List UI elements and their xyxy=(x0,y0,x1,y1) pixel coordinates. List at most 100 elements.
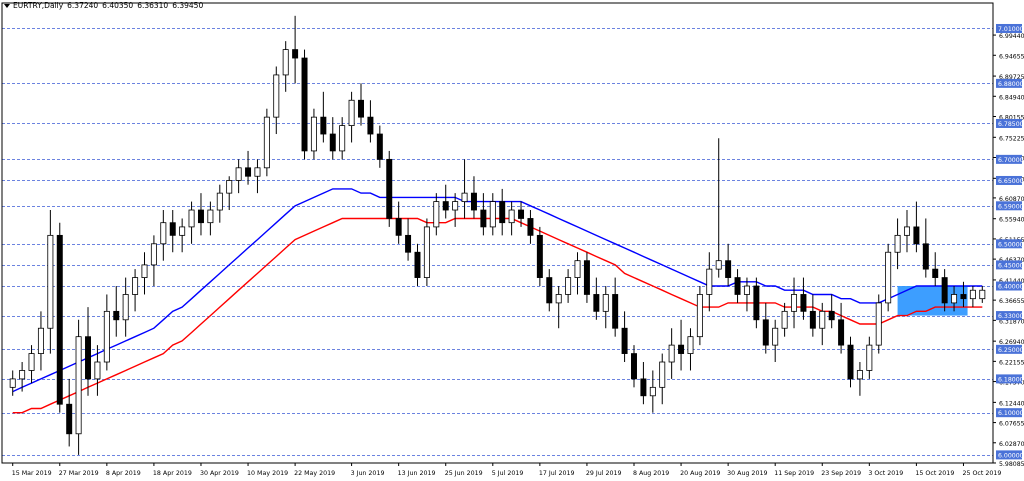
candle-bear xyxy=(395,218,402,236)
candle-bear xyxy=(734,277,741,295)
x-tick-label: 20 Aug 2019 xyxy=(680,470,720,477)
candle-bull xyxy=(659,361,666,388)
candle-bull xyxy=(856,370,863,380)
y-tick-label: 6.02870 xyxy=(999,441,1024,448)
candle-bull xyxy=(875,302,882,346)
candle-bear xyxy=(621,327,628,354)
level-price-label: 6.40000 xyxy=(998,284,1024,291)
candle-bear xyxy=(376,133,383,160)
candle-bear xyxy=(536,234,543,278)
candle-bear xyxy=(197,209,204,224)
candle-bull xyxy=(696,294,703,338)
candle-bull xyxy=(791,294,798,312)
candle-bull xyxy=(781,310,788,329)
candle-bear xyxy=(386,158,393,219)
candle-bull xyxy=(226,180,233,194)
x-tick-label: 11 Sep 2019 xyxy=(774,470,814,477)
y-tick-label: 6.12440 xyxy=(999,400,1024,407)
y-tick-label: 6.36655 xyxy=(999,298,1024,305)
candle-bear xyxy=(470,192,477,211)
candle-bull xyxy=(19,370,26,380)
candle-bull xyxy=(602,294,609,312)
x-tick-label: 3 Oct 2019 xyxy=(868,470,903,477)
x-tick-label: 27 Mar 2019 xyxy=(59,470,99,477)
candle-bull xyxy=(310,116,317,152)
x-tick-label: 15 Mar 2019 xyxy=(12,470,52,477)
candle-bull xyxy=(339,125,346,152)
plot-frame xyxy=(1,2,994,464)
candle-bear xyxy=(922,243,929,270)
level-price-label: 6.00000 xyxy=(998,452,1024,459)
candle-bear xyxy=(838,319,845,346)
candle-bear xyxy=(499,201,506,224)
close-value: 6.39450 xyxy=(172,1,204,10)
price-chart[interactable]: 6.994406.946556.897256.849406.801556.752… xyxy=(0,0,1024,481)
candle-bear xyxy=(358,99,364,118)
candle-bear xyxy=(932,268,939,278)
candle-bear xyxy=(753,285,760,321)
candle-bear xyxy=(169,222,176,236)
level-price-label: 6.59000 xyxy=(998,203,1024,210)
candle-bull xyxy=(423,226,430,278)
level-price-label: 6.65000 xyxy=(998,178,1024,185)
level-price-label: 6.70000 xyxy=(998,157,1024,164)
candle-bull xyxy=(433,201,440,228)
candle-bull xyxy=(94,361,101,380)
candle-bear xyxy=(913,226,920,245)
candle-bull xyxy=(574,260,581,278)
candle-bear xyxy=(66,403,73,435)
candle-bull xyxy=(28,353,35,371)
candle-bear xyxy=(442,201,449,211)
candle-bear xyxy=(725,260,732,278)
y-tick-label: 6.07655 xyxy=(999,421,1024,428)
candle-bull xyxy=(179,226,186,236)
candle-bear xyxy=(640,378,647,397)
candle-bull xyxy=(188,209,195,228)
y-tick-label: 6.55940 xyxy=(999,217,1024,224)
candle-bear xyxy=(527,218,534,236)
candle-bear xyxy=(847,344,854,380)
x-tick-label: 3 Jun 2019 xyxy=(351,470,385,477)
level-price-label: 7.01000 xyxy=(998,26,1024,33)
y-tick-label: 5.98085 xyxy=(999,461,1024,468)
level-price-label: 6.10000 xyxy=(998,410,1024,417)
candle-bull xyxy=(207,209,214,224)
candle-bull xyxy=(687,336,694,354)
dropdown-triangle-icon[interactable] xyxy=(4,4,10,8)
x-tick-label: 25 Jun 2019 xyxy=(445,470,483,477)
x-tick-label: 10 May 2019 xyxy=(247,470,288,477)
candle-bull xyxy=(706,268,713,295)
candle-bear xyxy=(320,116,327,135)
candle-bear xyxy=(593,294,600,312)
candle-bull xyxy=(461,192,468,202)
candle-bull xyxy=(132,277,139,295)
candle-bull xyxy=(969,289,976,300)
y-tick-label: 6.84940 xyxy=(999,94,1024,101)
candle-bear xyxy=(518,209,525,219)
candle-bull xyxy=(37,327,44,354)
candle-bear xyxy=(546,277,553,304)
candle-bear xyxy=(809,310,816,329)
candle-bull xyxy=(348,99,355,126)
x-tick-label: 29 Jul 2019 xyxy=(586,470,622,477)
x-tick-label: 8 Aug 2019 xyxy=(633,470,669,477)
candle-bull xyxy=(122,294,129,321)
candle-bull xyxy=(819,310,826,329)
candle-bear xyxy=(800,294,807,312)
candle-bear xyxy=(367,116,374,135)
y-tick-label: 6.94655 xyxy=(999,53,1024,60)
candle-bear xyxy=(828,310,835,321)
candle-bull xyxy=(489,201,496,228)
candle-bull xyxy=(565,277,572,295)
open-value: 6.37240 xyxy=(67,1,99,10)
candle-bear xyxy=(480,209,487,228)
y-tick-label: 6.75225 xyxy=(999,135,1024,142)
candle-bull xyxy=(254,167,261,177)
level-price-label: 6.33000 xyxy=(998,313,1024,320)
blue-ma-line xyxy=(12,188,983,393)
level-price-label: 6.18000 xyxy=(998,376,1024,383)
candle-bull xyxy=(508,209,515,224)
candle-bull xyxy=(555,294,562,304)
level-price-label: 6.88000 xyxy=(998,81,1024,88)
candle-bear xyxy=(762,319,769,346)
